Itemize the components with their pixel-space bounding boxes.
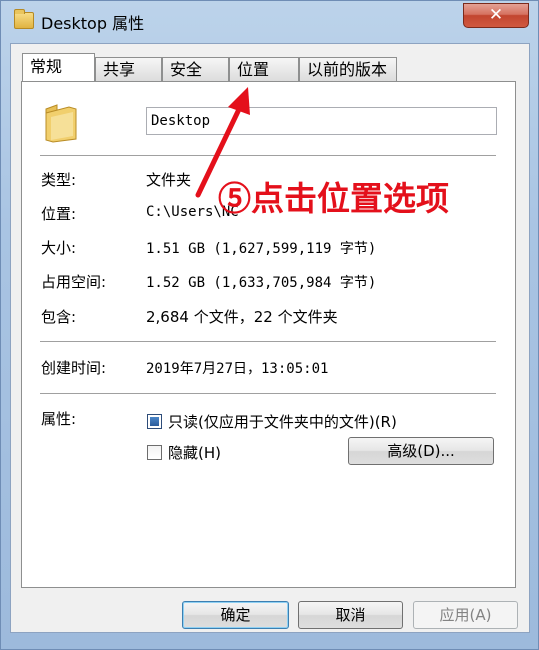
created-label: 创建时间: (41, 359, 107, 377)
window-title: Desktop 属性 (41, 14, 145, 33)
advanced-button[interactable]: 高级(D)... (348, 437, 494, 465)
annotation-text: ⑤点击位置选项 (218, 179, 449, 218)
tab-security[interactable]: 安全 (162, 57, 229, 81)
hidden-checkbox[interactable] (147, 445, 162, 460)
tab-previous-versions[interactable]: 以前的版本 (299, 57, 397, 81)
folder-icon (14, 9, 34, 29)
location-label: 位置: (41, 205, 77, 223)
contains-label: 包含: (41, 308, 77, 326)
attributes-label: 属性: (41, 410, 77, 428)
type-label: 类型: (41, 171, 77, 189)
tab-location[interactable]: 位置 (229, 57, 299, 81)
readonly-label[interactable]: 只读(仅应用于文件夹中的文件)(R) (168, 411, 397, 432)
apply-button: 应用(A) (413, 601, 518, 629)
size-label: 大小: (41, 239, 77, 257)
cancel-button[interactable]: 取消 (298, 601, 403, 629)
close-icon: ✕ (488, 5, 504, 25)
general-tab-panel (21, 81, 516, 588)
type-value: 文件夹 (146, 171, 192, 189)
created-value: 2019年7月27日，13:05:01 (146, 361, 329, 377)
ok-button[interactable]: 确定 (182, 601, 289, 629)
divider (40, 393, 496, 394)
folder-icon (45, 104, 77, 143)
size-value: 1.51 GB (1,627,599,119 字节) (146, 241, 377, 257)
tab-sharing[interactable]: 共享 (95, 57, 162, 81)
size-on-disk-value: 1.52 GB (1,633,705,984 字节) (146, 275, 377, 291)
hidden-label[interactable]: 隐藏(H) (168, 442, 221, 463)
divider (40, 155, 496, 156)
tab-general[interactable]: 常规 (22, 53, 95, 81)
divider (40, 341, 496, 342)
title-bar[interactable]: Desktop 属性 ✕ (1, 1, 539, 43)
close-button[interactable]: ✕ (463, 3, 529, 28)
contains-value: 2,684 个文件，22 个文件夹 (146, 308, 338, 326)
size-on-disk-label: 占用空间: (41, 273, 107, 291)
readonly-checkbox[interactable] (147, 414, 162, 429)
